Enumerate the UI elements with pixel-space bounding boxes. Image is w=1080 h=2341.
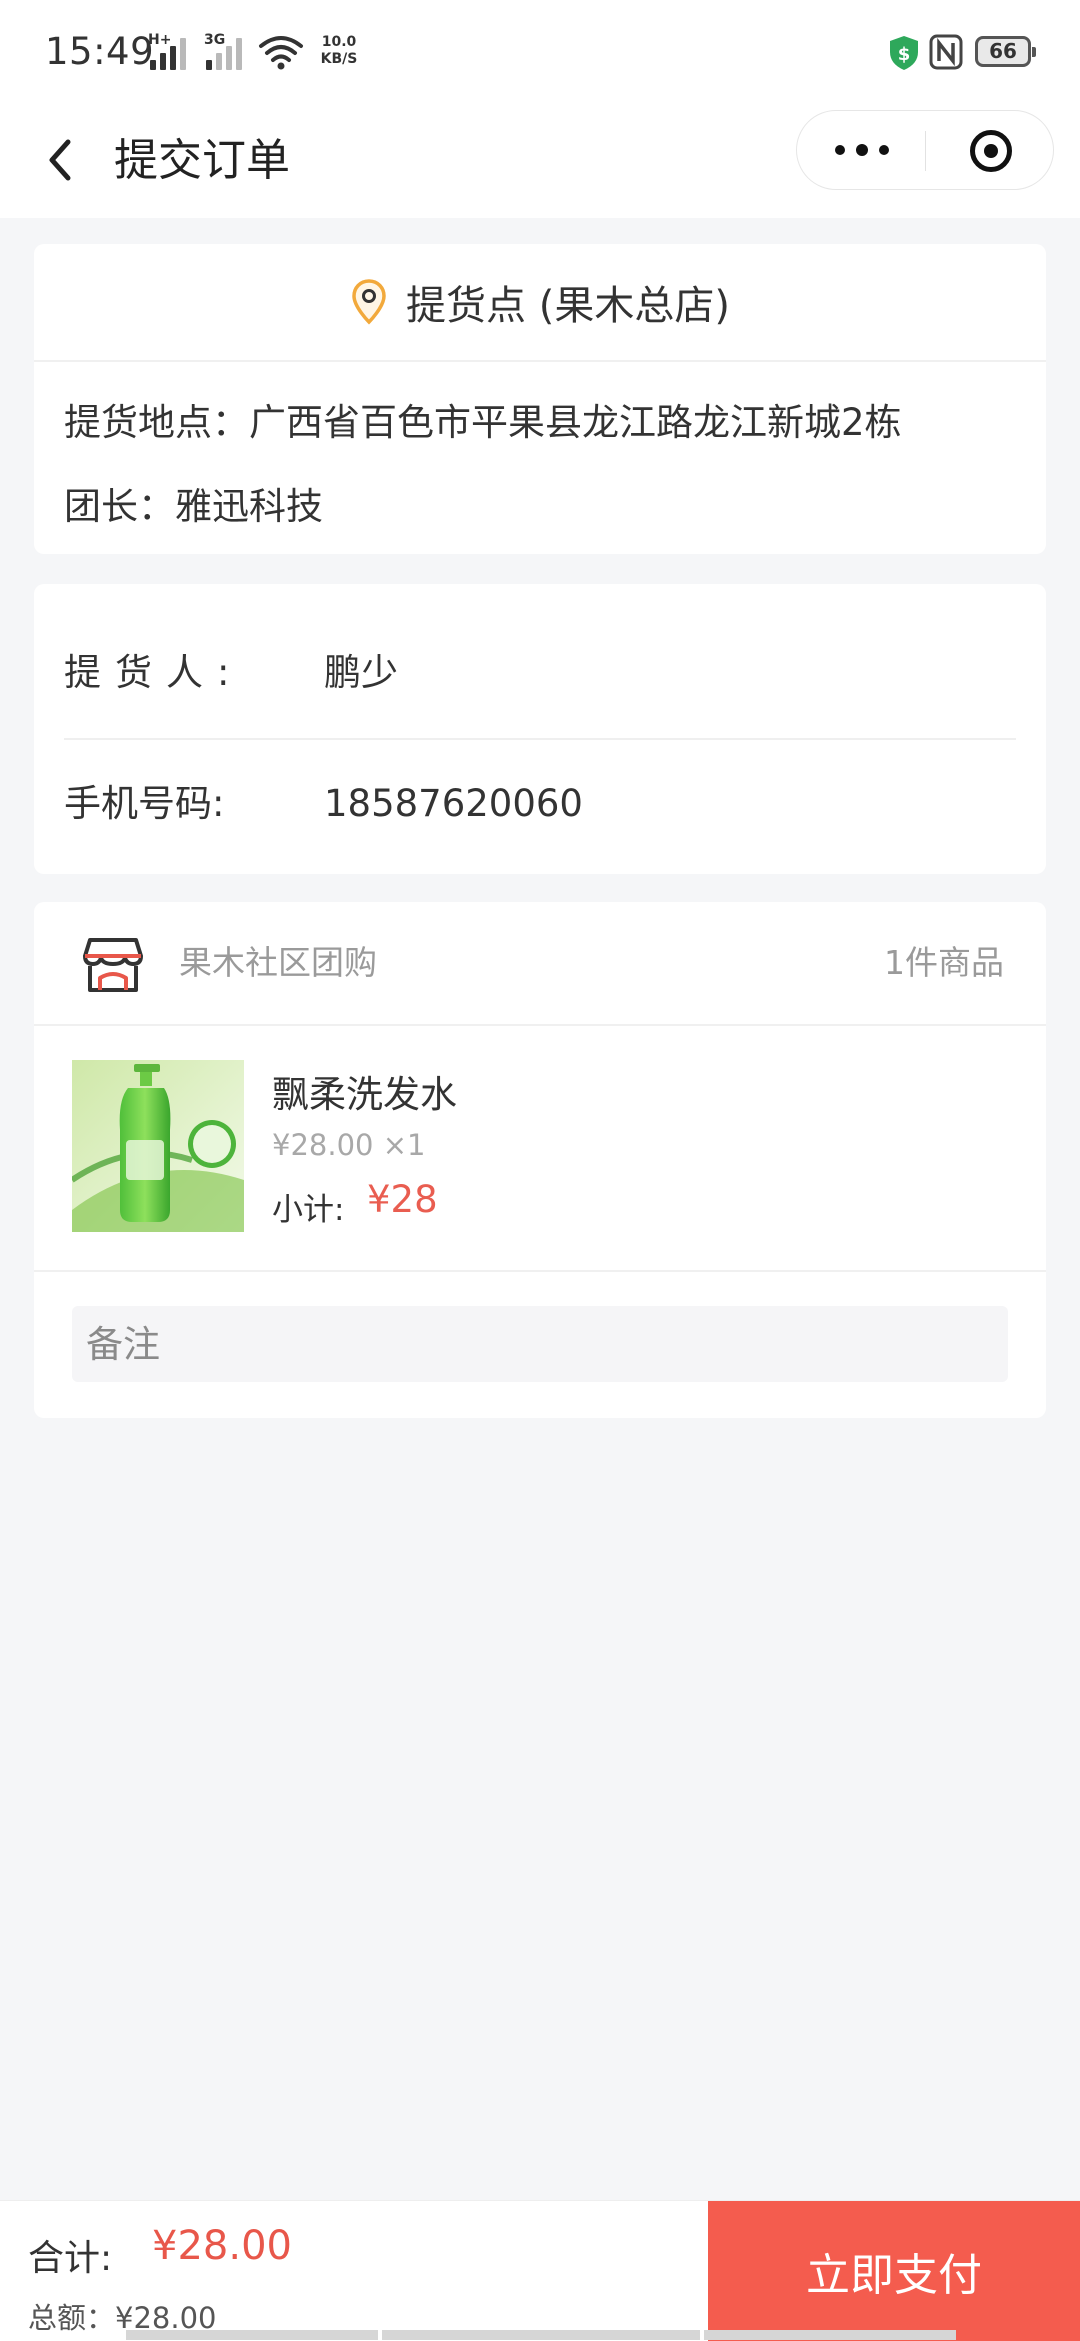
product-price-qty: ¥28.00 ×1	[272, 1128, 426, 1162]
pay-now-button[interactable]: 立即支付	[708, 2201, 1080, 2341]
recipient-value: 鹏少	[324, 651, 398, 694]
net-speed-unit: KB/S	[320, 51, 358, 67]
svg-text:$: $	[898, 44, 911, 65]
pickup-header: 提货点 (果木总店)	[34, 244, 1046, 362]
shop-name: 果木社区团购	[179, 943, 377, 982]
pickup-card: 提货点 (果木总店) 提货地点：广西省百色市平果县龙江路龙江新城2栋 团长：雅迅…	[34, 244, 1046, 554]
mini-program-capsule	[796, 110, 1054, 190]
net-speed-value: 10.0	[321, 34, 357, 50]
pickup-leader: 团长：雅迅科技	[64, 485, 323, 528]
status-bar: 15:49 H+ 3G 10.0 KB/S $ 66	[0, 0, 1080, 110]
nfc-icon	[929, 34, 963, 70]
more-button[interactable]	[797, 111, 925, 189]
battery-icon: 66	[975, 36, 1036, 67]
signal-type-label: H+	[148, 32, 172, 48]
net-speed: 10.0 KB/S	[314, 34, 364, 68]
goods-item[interactable]: 飘柔洗发水 ¥28.00 ×1 小计: ¥28	[34, 1024, 1046, 1272]
target-icon	[970, 130, 1012, 172]
pickup-title: 提货点 (果木总店)	[406, 283, 730, 329]
item-count: 1件商品	[884, 943, 1004, 982]
phone-value: 18587620060	[324, 782, 583, 825]
nav-bar: 提交订单	[0, 110, 1080, 218]
store-icon	[83, 938, 143, 992]
product-image	[72, 1060, 244, 1232]
recipient-label: 提货人:	[64, 651, 244, 694]
product-name: 飘柔洗发水	[272, 1073, 457, 1116]
close-mini-program-button[interactable]	[926, 111, 1054, 189]
remark-input[interactable]	[72, 1306, 1008, 1382]
signal-type-label-secondary: 3G	[204, 32, 226, 48]
page-title: 提交订单	[114, 135, 290, 186]
status-time: 15:49	[45, 30, 155, 73]
phone-row[interactable]: 手机号码: 18587620060	[64, 739, 1016, 869]
recipient-row[interactable]: 提货人: 鹏少	[64, 608, 1016, 740]
pickup-address: 提货地点：广西省百色市平果县龙江路龙江新城2栋	[64, 401, 902, 444]
shield-icon: $	[890, 36, 918, 70]
chevron-left-icon[interactable]	[40, 130, 80, 190]
checkout-bar: 合计: ¥28.00 总额：¥28.00 立即支付	[0, 2200, 1080, 2341]
order-card: 果木社区团购 1件商品 飘柔洗发水 ¥28.00 ×1 小计: ¥28 备注	[34, 902, 1046, 1418]
gesture-bar	[0, 2330, 1080, 2340]
shop-header: 果木社区团购 1件商品	[34, 902, 1046, 1026]
total-value: ¥28.00	[152, 2223, 292, 2269]
location-pin-icon	[352, 279, 386, 325]
signal-icon: H+	[148, 32, 194, 70]
subtotal-value: ¥28	[367, 1178, 438, 1221]
subtotal-label: 小计:	[272, 1192, 345, 1228]
total-label: 合计:	[28, 2238, 113, 2279]
contact-card: 提货人: 鹏少 手机号码: 18587620060	[34, 584, 1046, 874]
wifi-icon	[259, 36, 303, 70]
signal-icon-secondary: 3G	[204, 32, 250, 70]
phone-label: 手机号码:	[64, 782, 225, 825]
